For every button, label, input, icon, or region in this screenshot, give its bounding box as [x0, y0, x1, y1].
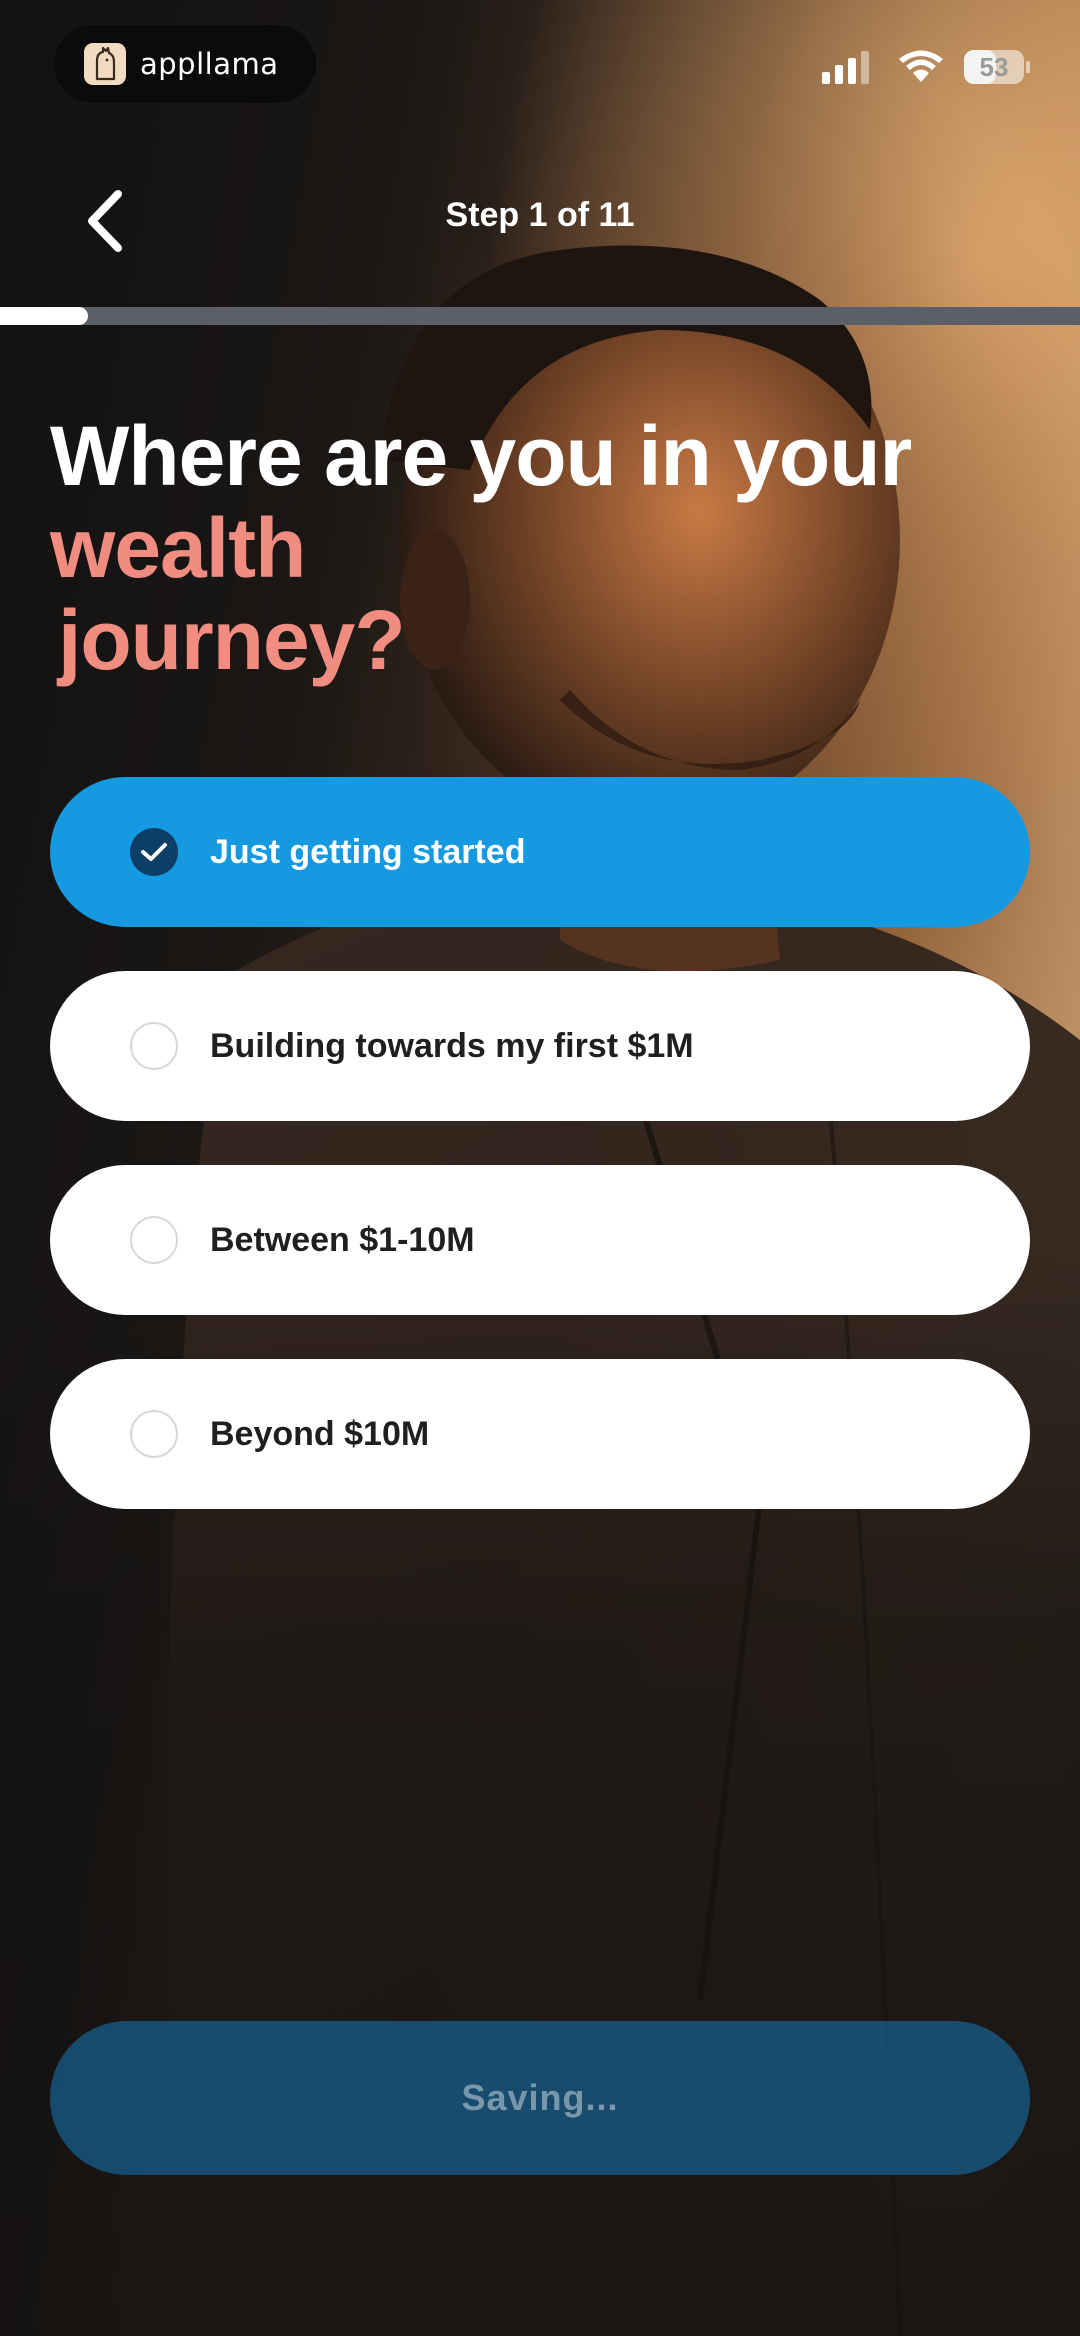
option-just-getting-started[interactable]: Just getting started: [50, 777, 1030, 927]
title-line-1: Where are you in your: [50, 409, 912, 503]
title-line-2: wealth: [50, 501, 306, 595]
option-building-towards-1m[interactable]: Building towards my first $1M: [50, 971, 1030, 1121]
checkmark-icon: [130, 828, 178, 876]
cellular-signal-icon: [822, 50, 874, 84]
battery-percent: 53: [979, 51, 1009, 82]
battery-indicator: 53: [964, 50, 1024, 84]
radio-empty-icon: [130, 1216, 178, 1264]
battery-tip: [1026, 61, 1030, 73]
screen: appllama 53 Step 1 of 11 Where are you i…: [0, 0, 1080, 2336]
status-icons: 53: [822, 50, 1030, 84]
save-button[interactable]: Saving...: [50, 2021, 1030, 2175]
step-indicator: Step 1 of 11: [445, 196, 635, 234]
option-between-1-10m[interactable]: Between $1-10M: [50, 1165, 1030, 1315]
progress-bar: [0, 307, 1080, 325]
title-line-3: journey?: [58, 593, 406, 687]
option-beyond-10m[interactable]: Beyond $10M: [50, 1359, 1030, 1509]
option-label: Just getting started: [210, 832, 526, 871]
radio-empty-icon: [130, 1410, 178, 1458]
radio-empty-icon: [130, 1022, 178, 1070]
option-label: Between $1-10M: [210, 1220, 475, 1259]
option-label: Beyond $10M: [210, 1414, 430, 1453]
app-badge: appllama: [54, 25, 316, 103]
page-title: Where are you in your wealth journey?: [50, 410, 1030, 686]
app-name: appllama: [140, 47, 279, 81]
option-label: Building towards my first $1M: [210, 1026, 694, 1065]
llama-icon: [84, 43, 126, 85]
wifi-icon: [899, 50, 943, 82]
progress-fill: [0, 307, 89, 325]
save-button-label: Saving...: [461, 2077, 619, 2118]
